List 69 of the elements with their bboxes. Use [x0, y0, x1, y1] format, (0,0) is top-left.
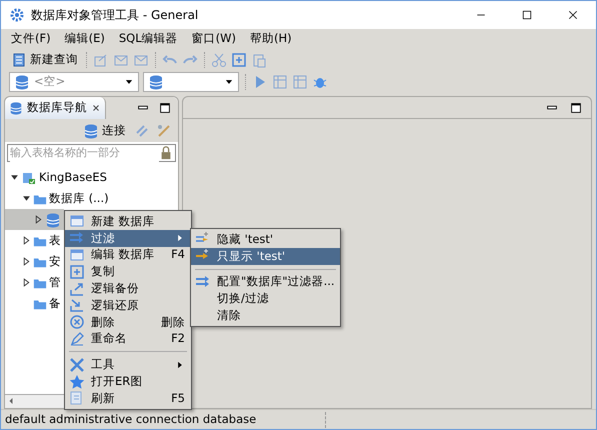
menu-item[interactable]: 删除 删除: [65, 314, 191, 331]
tree-item[interactable]: 备: [5, 293, 61, 314]
menu-item[interactable]: 切换/过滤: [191, 290, 340, 308]
search-field[interactable]: 输入表格名称的一部分: [7, 144, 176, 162]
menu-item[interactable]: 过滤: [65, 230, 191, 247]
table-icon[interactable]: [272, 74, 288, 90]
grid-icon[interactable]: [292, 74, 308, 90]
database-icon: [148, 74, 164, 90]
tree-item[interactable]: 安: [5, 251, 61, 272]
tree-item[interactable]: 管: [5, 272, 61, 294]
menu-item[interactable]: 帮助(H): [244, 30, 298, 48]
close-icon: [567, 9, 579, 21]
copy-icon[interactable]: [231, 52, 247, 68]
menu-item[interactable]: 复制: [65, 263, 191, 280]
expand-icon[interactable]: [22, 278, 30, 288]
menu-item[interactable]: 逻辑还原: [65, 296, 191, 314]
copy-icon: [69, 264, 85, 280]
collapse-icon[interactable]: [10, 173, 18, 182]
schema-selector[interactable]: [143, 72, 239, 92]
filter-icon: [195, 274, 211, 290]
expand-icon[interactable]: [22, 236, 30, 246]
database-icon: [9, 101, 23, 115]
database-icon: [45, 212, 61, 228]
menu-item[interactable]: 只显示 'test': [191, 248, 340, 265]
connection-selector[interactable]: <空>: [9, 72, 139, 92]
new-query-button[interactable]: 新建查询: [9, 51, 80, 69]
menu-item[interactable]: 文件(F): [5, 30, 57, 48]
export-icon: [69, 280, 85, 297]
close-icon[interactable]: [91, 103, 101, 113]
menu-item[interactable]: 编辑(E): [58, 30, 111, 48]
document-icon: [11, 52, 27, 68]
lock-icon: [159, 146, 173, 160]
database-icon: [83, 122, 99, 139]
tree-item[interactable]: 数据库 (...): [5, 188, 109, 210]
tree-item[interactable]: 表: [5, 230, 61, 252]
star-icon: [69, 374, 85, 390]
window-icon: [69, 213, 85, 230]
maximize-icon: [521, 9, 533, 21]
cut-icon[interactable]: [211, 52, 227, 68]
collapse-icon[interactable]: [22, 194, 30, 204]
window-icon: [69, 246, 85, 263]
menu-item[interactable]: SQL编辑器: [112, 30, 184, 48]
menu-item[interactable]: 配置"数据库"过滤器...: [191, 274, 340, 290]
delete-icon: [69, 314, 85, 330]
maximize-icon[interactable]: [158, 101, 172, 115]
menu-item[interactable]: 打开ER图: [65, 373, 191, 390]
paste-icon[interactable]: [251, 52, 267, 68]
menu-item[interactable]: 窗口(W): [186, 30, 242, 48]
window-title: 数据库对象管理工具 - General: [31, 7, 198, 24]
database-icon: [14, 74, 30, 90]
import-icon: [69, 297, 85, 314]
menu-item[interactable]: 重命名 F2: [65, 330, 191, 348]
menu-item[interactable]: 隐藏 'test': [191, 231, 340, 248]
menu-item[interactable]: 逻辑备份: [65, 280, 191, 297]
menu-item[interactable]: 新建 数据库: [65, 213, 191, 230]
expand-icon[interactable]: [22, 257, 30, 266]
maximize-icon[interactable]: [569, 100, 583, 114]
rename-icon: [69, 330, 85, 347]
menu-item[interactable]: 工具: [65, 356, 191, 374]
tree-item[interactable]: [5, 209, 64, 230]
share-icon[interactable]: [93, 52, 109, 68]
tree-item[interactable]: KingBaseES: [5, 167, 107, 188]
menu-item[interactable]: 刷新 F5: [65, 390, 191, 407]
navigator-tab[interactable]: 数据库导航: [5, 97, 106, 119]
menu-item[interactable]: 清除: [191, 307, 340, 324]
status-text: default administrative connection database: [5, 410, 256, 428]
gear-icon: [9, 7, 25, 23]
menu-item[interactable]: 编辑 数据库 F4: [65, 246, 191, 264]
expand-icon[interactable]: [34, 215, 42, 224]
